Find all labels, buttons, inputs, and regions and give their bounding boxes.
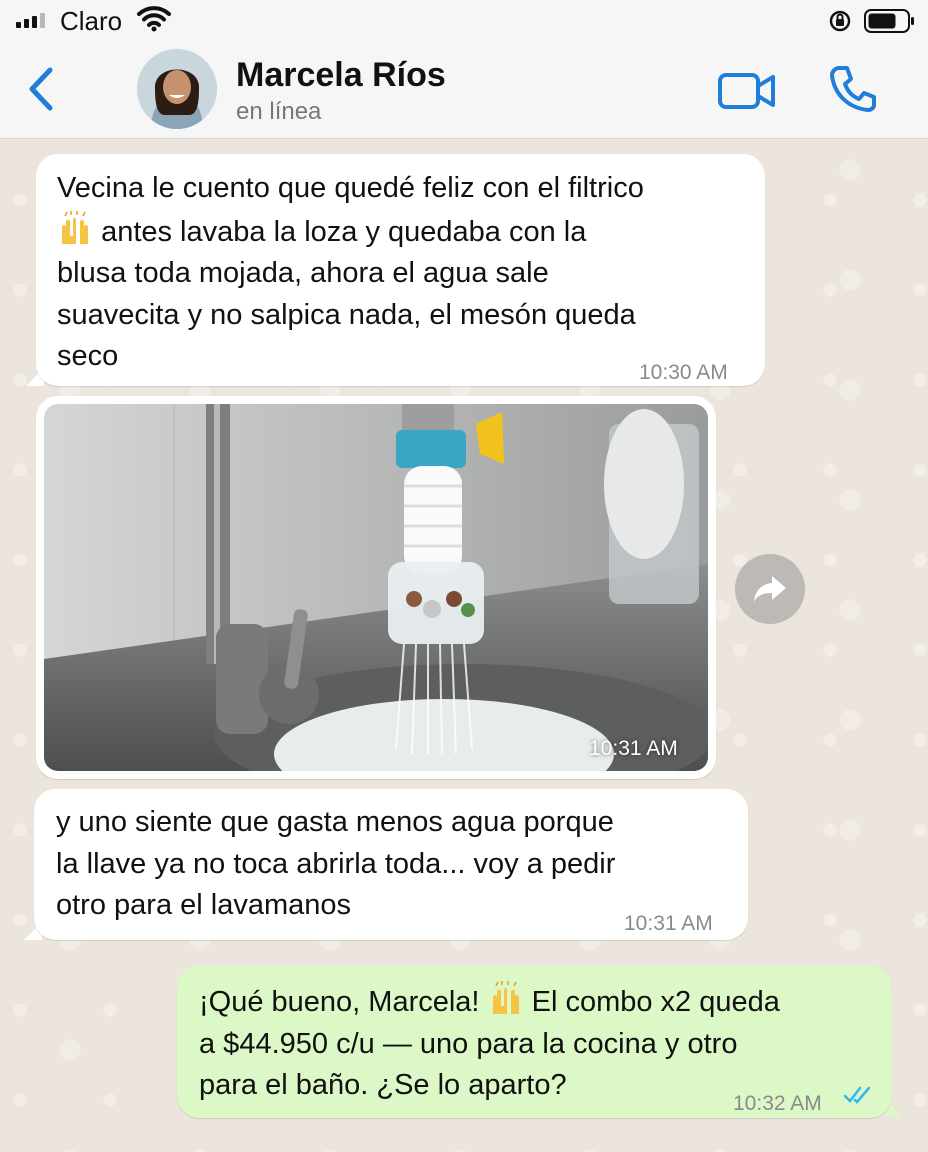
message-timestamp: 10:30 AM [639,361,728,384]
message-line: suavecita y no salpica nada, el mesón qu… [57,298,636,331]
image-timestamp: 10:31 AM [589,737,678,760]
battery-icon [864,9,914,33]
message-line: Vecina le cuento que quedé feliz con el … [57,172,644,204]
carrier-label: Claro [60,6,123,36]
message-timestamp: 10:32 AM [733,1092,822,1115]
raising-hands-emoji [62,210,88,244]
message-line: ¡Qué bueno, Marcela! [199,986,480,1018]
message-line: y uno siente que gasta menos agua porque [56,806,614,838]
wifi-icon [137,6,171,32]
incoming-message[interactable]: y uno siente que gasta menos agua porque… [34,789,748,940]
message-line: a $44.950 c/u — uno para la cocina y otr… [199,1027,738,1060]
orientation-lock-icon [829,10,851,32]
message-line: blusa toda mojada, ahora el agua sale [57,257,549,289]
phone-icon[interactable] [828,64,878,114]
message-line: antes lavaba la loza y quedaba con la [101,215,587,248]
faucet-filter-photo[interactable] [44,404,708,771]
presence-status: en línea [236,98,322,125]
double-check-icon [843,1086,871,1104]
message-line: El combo x2 queda [531,986,780,1018]
outgoing-message[interactable]: ¡Qué bueno, Marcela! El combo x2 queda a… [177,966,892,1118]
message-timestamp: 10:31 AM [624,912,713,935]
forward-button[interactable] [735,554,805,624]
avatar[interactable] [137,49,217,129]
chevron-left-icon[interactable] [26,66,56,112]
message-line: la llave ya no toca abrirla toda... voy … [56,847,616,880]
contact-photo-icon [137,49,217,129]
chat-header: Marcela Ríos en línea [0,40,928,139]
photo-image [44,404,708,771]
forward-arrow-icon [754,576,786,602]
raising-hands-emoji [492,981,519,1014]
video-call-icon[interactable] [718,72,776,110]
signal-strength-icon [16,12,45,28]
contact-name[interactable]: Marcela Ríos [236,56,446,95]
status-bar: Claro [0,0,928,40]
incoming-message[interactable]: Vecina le cuento que quedé feliz con el … [36,154,765,386]
